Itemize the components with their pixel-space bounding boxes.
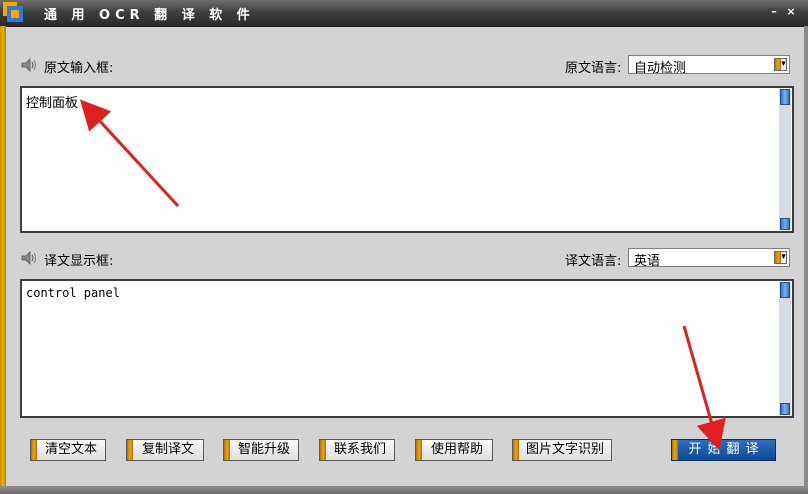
right-frame [804,26,808,486]
help-button[interactable]: 使用帮助 [415,439,493,461]
window-title: 通 用 OCR 翻 译 软 件 [44,8,255,23]
bottom-frame [0,486,808,494]
image-ocr-button[interactable]: 图片文字识别 [512,439,612,461]
dropdown-icon[interactable]: ▾ [774,251,787,264]
source-box-label: 原文输入框: [44,61,114,76]
title-bar[interactable]: 通 用 OCR 翻 译 软 件 – × [0,0,808,27]
source-text: 控制面板 [26,96,79,111]
target-lang-value: 英语 [634,254,661,269]
clear-text-button[interactable]: 清空文本 [30,439,106,461]
contact-us-button[interactable]: 联系我们 [319,439,395,461]
scroll-up-thumb[interactable] [780,89,790,105]
target-text: control panel [26,286,120,300]
speaker-icon[interactable] [21,251,39,265]
app-window: 通 用 OCR 翻 译 软 件 – × 原文输入框: 原文语言: 自动检测 ▾ … [0,0,808,494]
left-frame [0,26,6,486]
target-text-output[interactable]: control panel [20,279,794,418]
target-lang-label: 译文语言: [565,254,622,269]
target-scrollbar[interactable] [779,282,791,415]
target-lang-select[interactable]: 英语 ▾ [628,248,790,269]
source-text-input[interactable]: 控制面板 [20,86,794,233]
dropdown-icon[interactable]: ▾ [774,58,787,71]
source-lang-label: 原文语言: [565,61,622,76]
smart-upgrade-button[interactable]: 智能升级 [223,439,299,461]
scroll-down-thumb[interactable] [780,218,790,230]
minimize-button[interactable]: – [768,6,780,18]
app-logo-icon [3,2,23,22]
source-lang-select[interactable]: 自动检测 ▾ [628,55,790,76]
scroll-down-thumb[interactable] [780,403,790,415]
speaker-icon[interactable] [21,58,39,72]
close-button[interactable]: × [785,6,797,18]
copy-translation-button[interactable]: 复制译文 [126,439,204,461]
start-translate-button[interactable]: 开始翻译 [671,439,776,461]
source-scrollbar[interactable] [779,89,791,230]
scroll-up-thumb[interactable] [780,282,790,298]
source-lang-value: 自动检测 [634,61,687,76]
annotation-arrows [79,99,726,451]
target-box-label: 译文显示框: [44,254,114,269]
